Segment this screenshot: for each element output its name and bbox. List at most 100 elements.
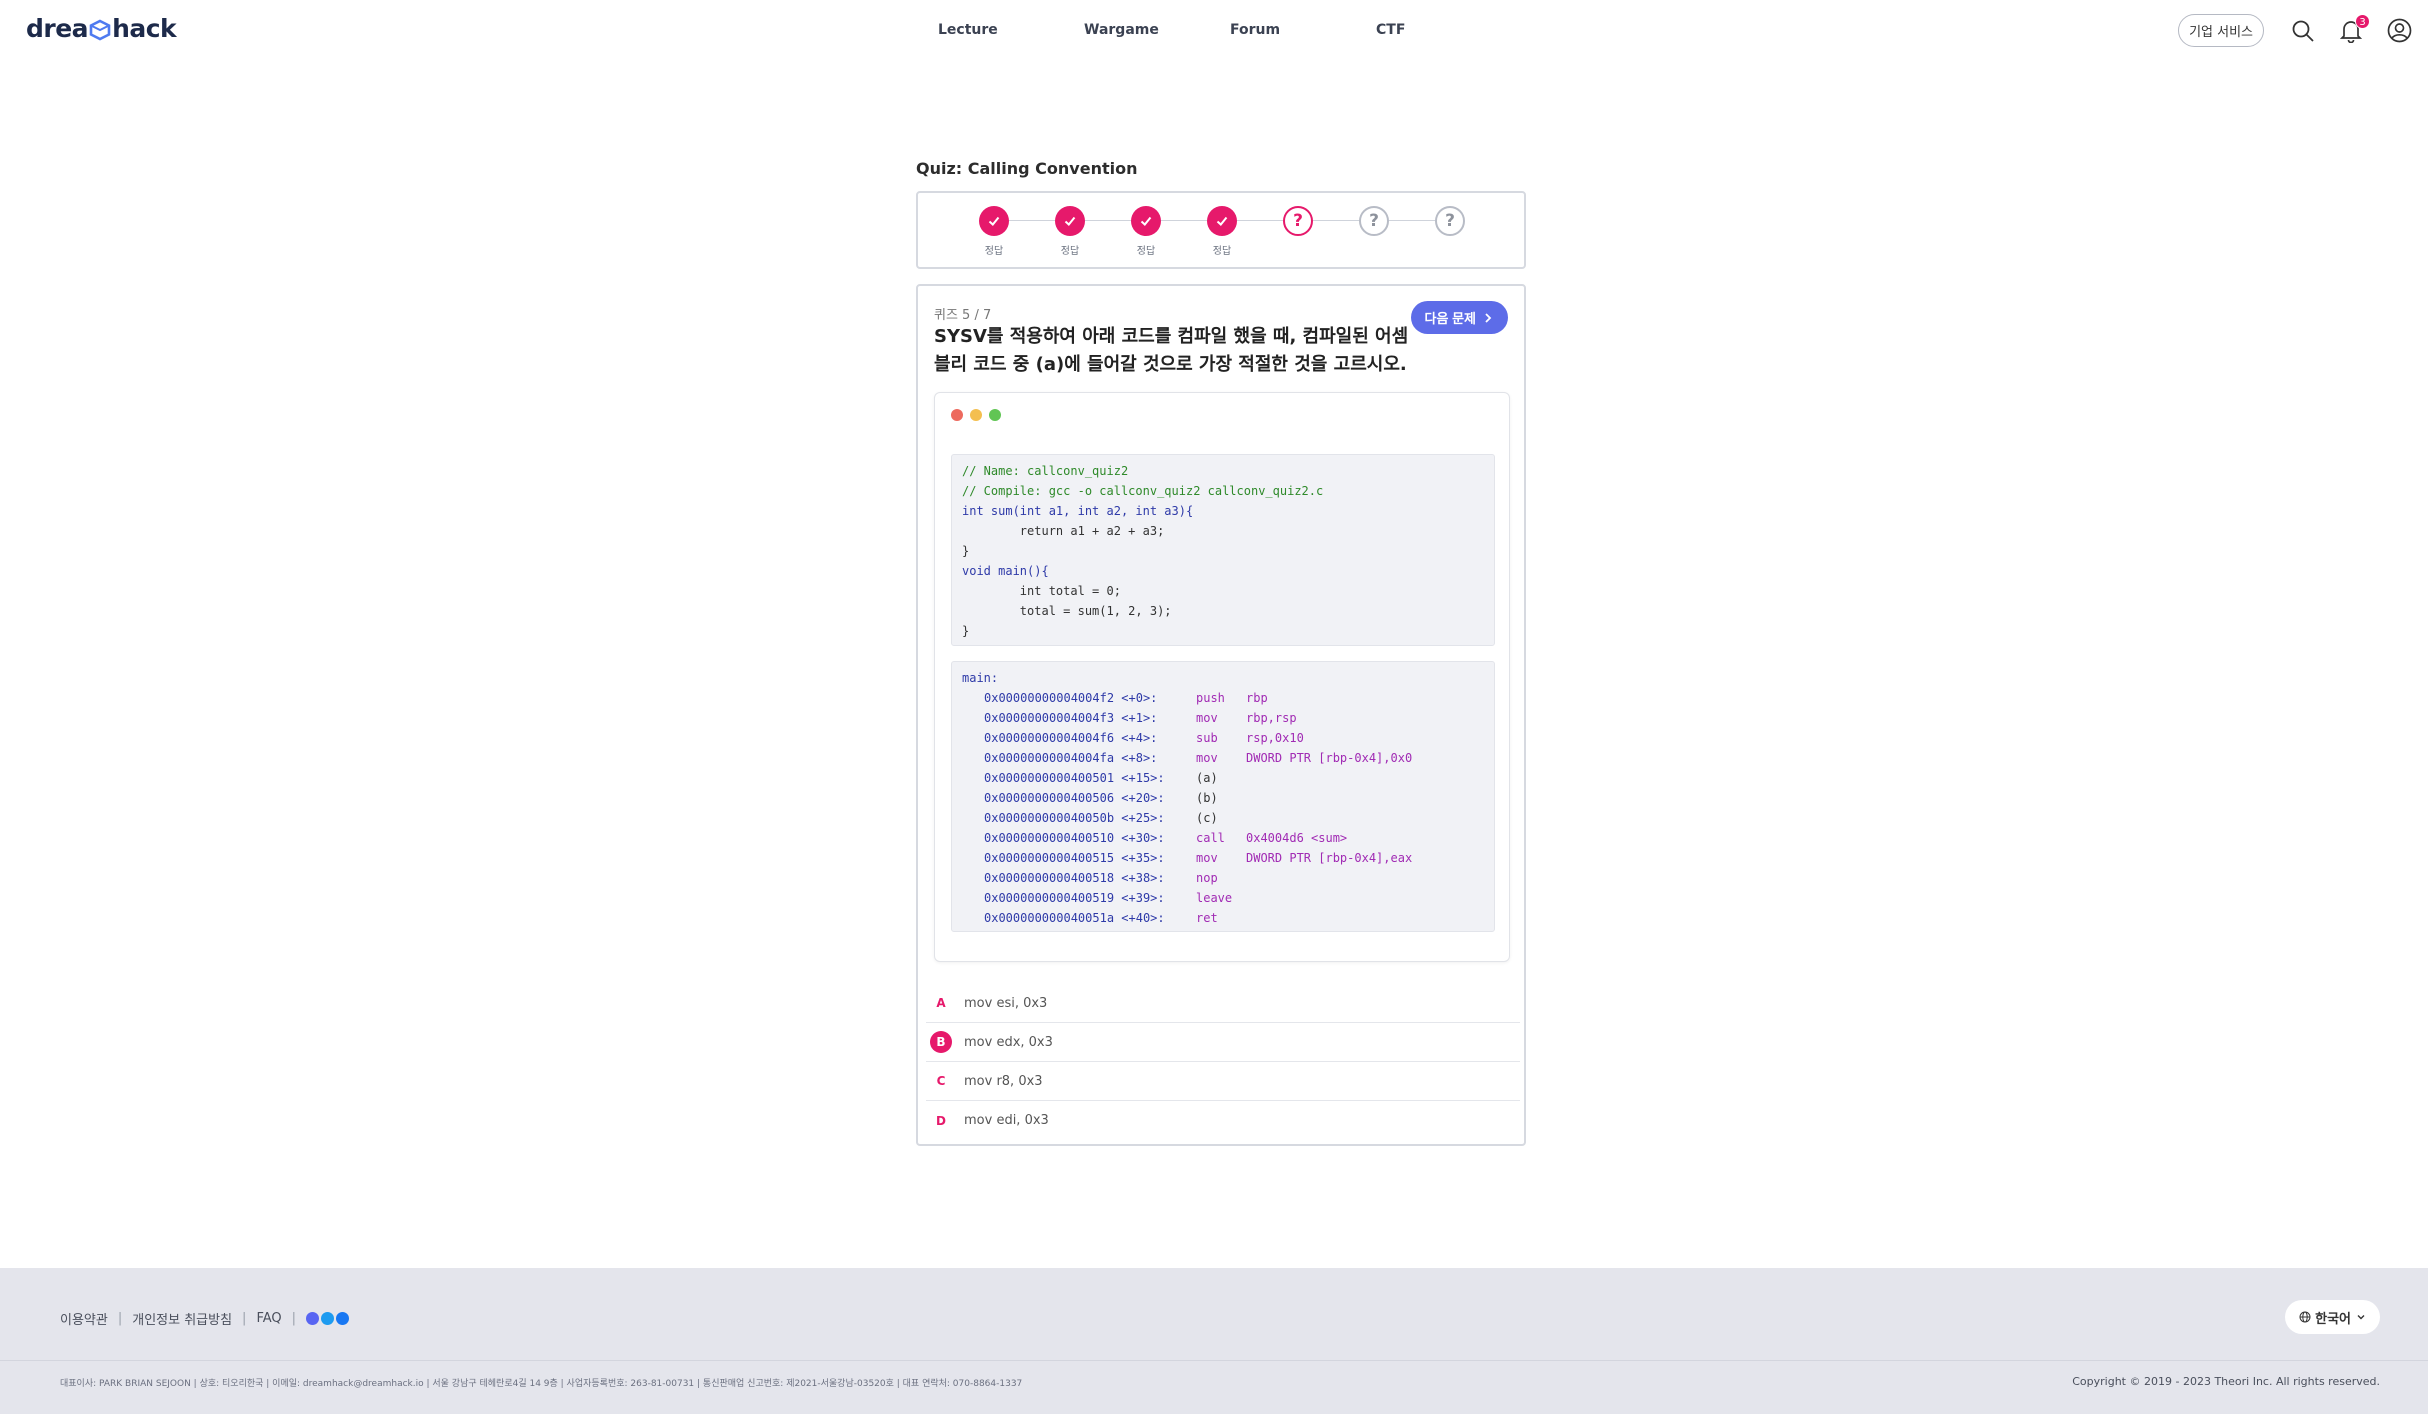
footer-link-privacy[interactable]: 개인정보 취급방침 — [132, 1309, 232, 1328]
asm-address: 0x0000000000400515 <+35>: — [984, 851, 1165, 865]
nav-forum[interactable]: Forum — [1230, 22, 1376, 38]
progress-step[interactable]: ? — [1278, 206, 1318, 242]
assembly-code-block: main: 0x00000000004004f2 <+0>: push rbp 0x00… — [951, 661, 1495, 932]
asm-address: 0x00000000004004f2 <+0>: — [984, 691, 1158, 705]
asm-address: 0x0000000000400518 <+38>: — [984, 871, 1165, 885]
question-number: 퀴즈 5 / 7 — [934, 308, 992, 323]
progress-step[interactable]: 정답 — [1050, 206, 1090, 257]
code-line: int sum(int a1, int a2, int a3){ — [962, 504, 1194, 518]
logo-cube-icon — [89, 19, 111, 40]
asm-line: 0x00000000004004fa <+8>: mov DWORD PTR [rb… — [962, 748, 1484, 768]
language-selector[interactable]: 한국어 — [2285, 1300, 2380, 1334]
notification-bell-icon[interactable]: 3 — [2338, 13, 2370, 44]
asm-opcode: sub — [1196, 731, 1218, 745]
step-label: 정답 — [1212, 246, 1232, 257]
code-line: void main(){ — [962, 564, 1049, 578]
progress-step[interactable]: 정답 — [1126, 206, 1166, 257]
facebook-icon[interactable] — [336, 1312, 350, 1325]
asm-args: DWORD PTR [rbp-0x4],0x0 — [1246, 751, 1413, 765]
asm-line: 0x0000000000400501 <+15>: (a) — [962, 768, 1484, 788]
quiz-title: Quiz: Calling Convention — [916, 159, 1138, 178]
asm-opcode: nop — [1196, 871, 1218, 885]
asm-address: 0x0000000000400519 <+39>: — [984, 891, 1165, 905]
window-maximize-dot-icon — [989, 409, 1001, 421]
asm-address: 0x0000000000400510 <+30>: — [984, 831, 1165, 845]
asm-args: 0x4004d6 <sum> — [1246, 831, 1348, 845]
progress-step[interactable]: ? — [1430, 206, 1470, 242]
code-line: // Compile: gcc -o callconv_quiz2 callco… — [962, 484, 1324, 498]
answer-choice-a[interactable]: Amov esi, 0x3 — [926, 984, 1520, 1023]
choice-text: mov r8, 0x3 — [964, 1073, 1043, 1089]
answer-choice-b[interactable]: Bmov edx, 0x3 — [926, 1023, 1520, 1062]
code-line: // Name: callconv_quiz2 — [962, 464, 1129, 478]
footer-link-faq[interactable]: FAQ — [256, 1311, 281, 1326]
discord-icon[interactable] — [306, 1312, 320, 1325]
nav-wargame[interactable]: Wargame — [1084, 22, 1230, 38]
choice-letter: C — [936, 1074, 946, 1088]
check-icon — [1207, 206, 1237, 236]
asm-address: 0x00000000004004fa <+8>: — [984, 751, 1158, 765]
asm-args: rbp — [1246, 691, 1268, 705]
nav-ctf[interactable]: CTF — [1376, 22, 1522, 38]
choice-letter: D — [936, 1113, 946, 1128]
footer-separator: | — [117, 1311, 123, 1326]
asm-opcode: mov — [1196, 851, 1218, 865]
search-icon[interactable] — [2290, 18, 2316, 44]
window-dots — [951, 409, 1008, 421]
footer-links: 이용약관 | 개인정보 취급방침 | FAQ | — [60, 1309, 351, 1328]
asm-address: 0x0000000000400501 <+15>: — [984, 771, 1165, 785]
choice-text: mov esi, 0x3 — [964, 995, 1048, 1011]
answer-choices: Amov esi, 0x3 Bmov edx, 0x3 Cmov r8, 0x3 Dm… — [926, 984, 1520, 1140]
question-mark-icon: ? — [1283, 206, 1313, 236]
quiz-card: 퀴즈 5 / 7 SYSV를 적용하여 아래 코드를 컴파일 했을 때, 컴파일… — [916, 284, 1526, 1146]
question-mark-icon: ? — [1359, 206, 1389, 236]
answer-choice-c[interactable]: Cmov r8, 0x3 — [926, 1062, 1520, 1101]
asm-line: 0x0000000000400506 <+20>: (b) — [962, 788, 1484, 808]
code-line: int total = 0; — [962, 584, 1121, 598]
asm-line: 0x00000000004004f6 <+4>: sub rsp,0x10 — [962, 728, 1484, 748]
asm-args: rbp,rsp — [1246, 711, 1297, 725]
choice-text: mov edi, 0x3 — [964, 1113, 1049, 1128]
asm-opcode: leave — [1196, 891, 1233, 905]
code-line: } — [962, 624, 970, 638]
footer-separator: | — [242, 1311, 247, 1326]
user-profile-icon[interactable] — [2386, 18, 2412, 44]
choice-text: mov edx, 0x3 — [964, 1034, 1053, 1050]
choice-letter: B — [930, 1031, 952, 1053]
answer-choice-d[interactable]: Dmov edi, 0x3 — [926, 1101, 1520, 1140]
progress-step[interactable]: 정답 — [974, 206, 1014, 257]
globe-icon — [2299, 1311, 2311, 1323]
window-minimize-dot-icon — [970, 409, 982, 421]
nav-lecture[interactable]: Lecture — [938, 22, 1084, 38]
asm-opcode: (a) — [1196, 771, 1218, 785]
footer-separator: | — [291, 1311, 297, 1326]
asm-address: 0x000000000040050b <+25>: — [984, 811, 1165, 825]
step-label: 정답 — [1136, 246, 1156, 257]
asm-address: 0x00000000004004f3 <+1>: — [984, 711, 1158, 725]
code-line: total = sum(1, 2, 3); — [962, 604, 1172, 618]
asm-label: main: — [962, 671, 999, 685]
progress-step[interactable]: ? — [1354, 206, 1394, 242]
progress-step[interactable]: 정답 — [1202, 206, 1242, 257]
window-close-dot-icon — [951, 409, 963, 421]
asm-line: 0x000000000040051a <+40>: ret — [962, 908, 1484, 928]
logo-text-right: hack — [112, 14, 177, 43]
step-label: 정답 — [1060, 246, 1080, 257]
page: drea hack Lecture Wargame Forum CTF 기업 서… — [0, 0, 2428, 1414]
dreamhack-logo[interactable]: drea hack — [26, 14, 177, 43]
asm-args: DWORD PTR [rbp-0x4],eax — [1246, 851, 1413, 865]
next-question-button[interactable]: 다음 문제 — [1410, 301, 1508, 334]
business-service-button[interactable]: 기업 서비스 — [2178, 14, 2264, 47]
quiz-progress: 정답 정답 정답 정답??? — [916, 191, 1526, 269]
source-code-block: // Name: callconv_quiz2 // Compile: gcc -… — [951, 454, 1495, 646]
chevron-down-icon — [2357, 1315, 2365, 1320]
asm-address: 0x00000000004004f6 <+4>: — [984, 731, 1158, 745]
footer-divider — [0, 1360, 2428, 1361]
asm-opcode: push — [1196, 691, 1225, 705]
check-icon — [1131, 206, 1161, 236]
footer-link-terms[interactable]: 이용약관 — [60, 1309, 108, 1328]
social-links — [306, 1312, 351, 1325]
twitter-icon[interactable] — [321, 1312, 335, 1325]
chevron-right-icon — [1485, 312, 1492, 323]
asm-line: 0x0000000000400510 <+30>: call 0x4004d6 <s… — [962, 828, 1484, 848]
